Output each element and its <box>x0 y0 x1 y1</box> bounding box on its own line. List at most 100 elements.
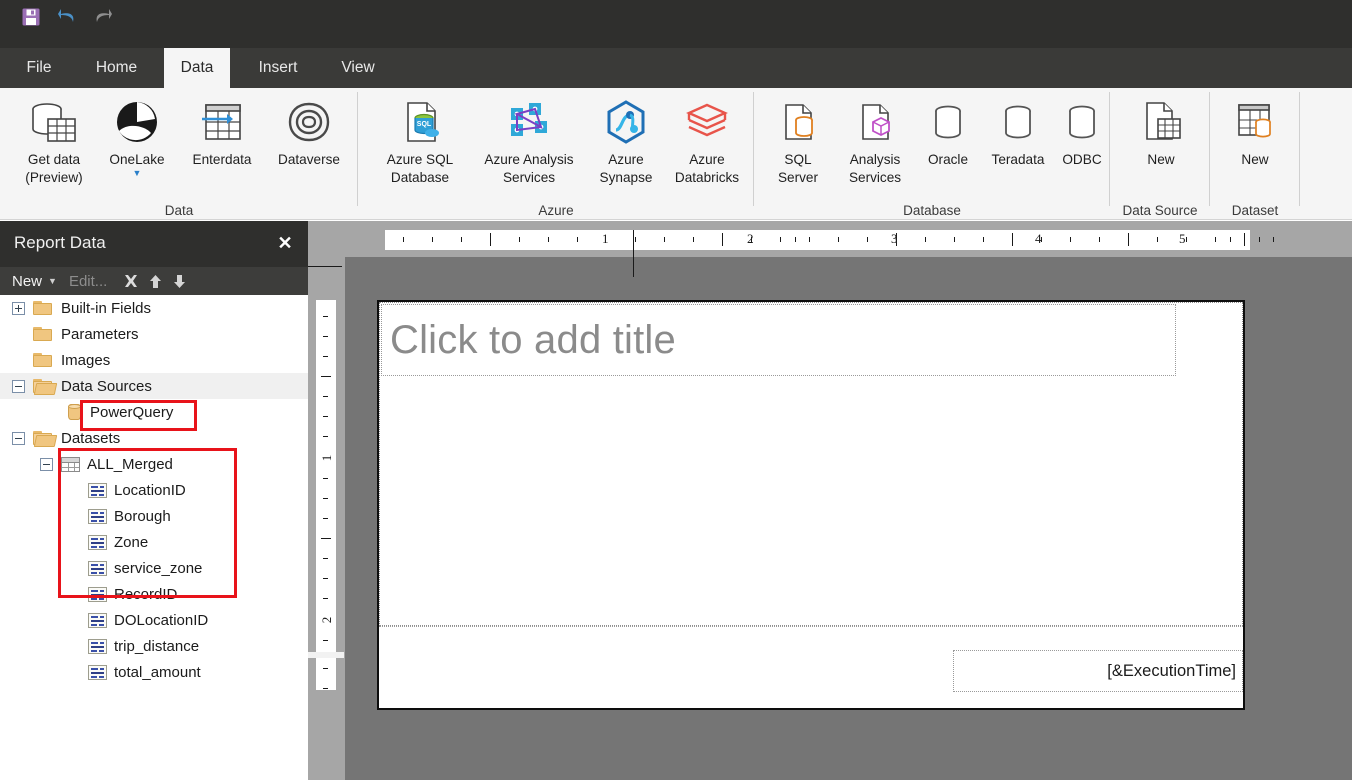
tree-node-field-total-amount[interactable]: total_amount <box>0 659 308 685</box>
tree-node-field-recordid[interactable]: RecordID <box>0 581 308 607</box>
ribbon-group-database: SQL Server Analysis Services Oracle Tera… <box>754 88 1110 220</box>
tree-node-field-zone[interactable]: Zone <box>0 529 308 555</box>
tab-file[interactable]: File <box>11 48 67 88</box>
ribbon-button-sql-server[interactable]: SQL Server <box>762 94 834 186</box>
folder-open-icon <box>33 430 54 446</box>
tree-node-field-service-zone[interactable]: service_zone <box>0 555 308 581</box>
new-button[interactable]: New <box>12 273 42 290</box>
tree-node-images[interactable]: Images <box>0 347 308 373</box>
chevron-down-icon[interactable]: ▼ <box>133 169 142 178</box>
azure-synapse-icon <box>600 94 652 150</box>
report-page[interactable]: Click to add title [&ExecutionTime] <box>377 300 1245 710</box>
tree-node-parameters[interactable]: Parameters <box>0 321 308 347</box>
ribbon-button-new-data-source[interactable]: New <box>1128 94 1194 168</box>
folder-open-icon <box>33 378 54 394</box>
ribbon-button-label: Analysis <box>849 152 901 167</box>
ribbon-button-azure-analysis-services[interactable]: Azure Analysis Services <box>474 94 584 186</box>
chevron-down-icon[interactable]: ▼ <box>48 276 57 286</box>
horizontal-ruler[interactable]: 1 2 3 4 5 <box>385 230 1274 250</box>
ribbon-button-label: New <box>1147 152 1175 167</box>
ribbon-button-oracle[interactable]: Oracle <box>916 94 980 168</box>
redo-icon[interactable] <box>88 2 118 32</box>
tree-node-all-merged[interactable]: ALL_Merged <box>0 451 308 477</box>
field-icon <box>88 638 107 654</box>
ribbon-button-new-dataset[interactable]: New <box>1224 94 1286 168</box>
collapse-toggle-icon[interactable] <box>12 431 25 445</box>
dataset-icon <box>61 456 80 472</box>
collapse-toggle-icon[interactable] <box>12 379 25 393</box>
vertical-ruler[interactable]: 1 2 <box>308 300 344 690</box>
tree-node-built-in-fields[interactable]: Built-in Fields <box>0 295 308 321</box>
tree-node-field-locationid[interactable]: LocationID <box>0 477 308 503</box>
execution-time-textbox[interactable]: [&ExecutionTime] <box>953 650 1243 692</box>
report-title-textbox[interactable]: Click to add title <box>381 304 1176 376</box>
tab-data[interactable]: Data <box>164 48 230 88</box>
tree-node-label: PowerQuery <box>90 403 174 421</box>
ruler-number: 2 <box>747 231 754 246</box>
collapse-toggle-icon[interactable] <box>40 457 53 471</box>
ruler-number: 3 <box>891 231 898 246</box>
save-icon[interactable] <box>16 2 46 32</box>
ruler-guide-line <box>633 230 634 277</box>
svg-text:SQL: SQL <box>417 121 432 128</box>
ribbon-button-label: Azure Analysis <box>484 152 574 167</box>
ribbon-button-sublabel: Server <box>777 170 819 185</box>
delete-x-icon[interactable] <box>119 273 143 289</box>
report-design-surface[interactable]: 1 2 3 4 5 1 2 Click to add title [&Execu… <box>308 221 1352 780</box>
ribbon-button-teradata[interactable]: Teradata <box>982 94 1054 168</box>
page-footer-divider <box>379 626 1243 627</box>
ribbon-button-label: Teradata <box>991 152 1045 167</box>
data-source-icon <box>66 403 83 421</box>
quick-access-toolbar <box>0 0 1352 48</box>
ribbon-group-label: Database <box>903 203 961 218</box>
ribbon-group-azure: SQL Azure SQL Database Azure Analysis Se… <box>358 88 754 220</box>
edit-button: Edit... <box>68 272 108 290</box>
ribbon-button-label: New <box>1241 152 1269 167</box>
ribbon-button-enterdata[interactable]: Enterdata <box>180 94 264 168</box>
ribbon-button-azure-sql-database[interactable]: SQL Azure SQL Database <box>370 94 470 186</box>
folder-icon <box>33 300 54 316</box>
undo-icon[interactable] <box>52 2 82 32</box>
tab-view[interactable]: View <box>327 48 389 88</box>
azure-analysis-services-icon <box>503 94 555 150</box>
ribbon-button-label: Oracle <box>927 152 969 167</box>
ribbon-button-analysis-services[interactable]: Analysis Services <box>836 94 914 186</box>
ribbon-group-dataset: New Dataset <box>1210 88 1300 220</box>
horizontal-ruler-band: 1 2 3 4 5 <box>308 221 1352 277</box>
tree-node-label: service_zone <box>114 559 203 577</box>
ribbon-button-label: Azure <box>689 152 725 167</box>
ribbon-button-odbc[interactable]: ODBC <box>1054 94 1110 168</box>
tree-node-field-dolocationid[interactable]: DOLocationID <box>0 607 308 633</box>
arrow-down-icon[interactable] <box>167 274 191 289</box>
ribbon-tab-strip: File Home Data Insert View <box>0 48 1352 88</box>
tree-node-field-borough[interactable]: Borough <box>0 503 308 529</box>
tree-node-data-sources[interactable]: Data Sources <box>0 373 308 399</box>
ruler-number: 5 <box>1179 231 1186 246</box>
field-icon <box>88 612 107 628</box>
ruler-guide-line-horizontal <box>308 266 342 267</box>
ribbon-button-label: Enterdata <box>192 152 252 167</box>
tab-home[interactable]: Home <box>80 48 153 88</box>
onelake-icon <box>111 94 163 150</box>
teradata-icon <box>993 94 1043 150</box>
ribbon-group-label: Data <box>164 203 194 218</box>
tree-node-label: total_amount <box>114 663 201 681</box>
ribbon-button-azure-databricks[interactable]: Azure Databricks <box>666 94 748 186</box>
ribbon-button-dataverse[interactable]: Dataverse <box>268 94 350 168</box>
report-data-panel-header: Report Data ✕ <box>0 221 308 267</box>
tree-node-datasets[interactable]: Datasets <box>0 425 308 451</box>
ribbon-button-get-data[interactable]: Get data (Preview) <box>12 94 96 186</box>
new-data-source-icon <box>1135 94 1187 150</box>
tree-node-powerquery[interactable]: PowerQuery <box>0 399 308 425</box>
field-icon <box>88 508 107 524</box>
ribbon-button-sublabel: Database <box>390 170 450 185</box>
expand-toggle-icon[interactable] <box>12 301 25 315</box>
arrow-up-icon[interactable] <box>143 274 167 289</box>
folder-icon <box>33 352 54 368</box>
close-icon[interactable]: ✕ <box>274 232 296 254</box>
ribbon-button-azure-synapse[interactable]: Azure Synapse <box>590 94 662 186</box>
ribbon-button-onelake[interactable]: OneLake ▼ <box>100 94 174 178</box>
tab-insert[interactable]: Insert <box>243 48 313 88</box>
tree-node-field-trip-distance[interactable]: trip_distance <box>0 633 308 659</box>
sql-server-icon <box>773 94 823 150</box>
